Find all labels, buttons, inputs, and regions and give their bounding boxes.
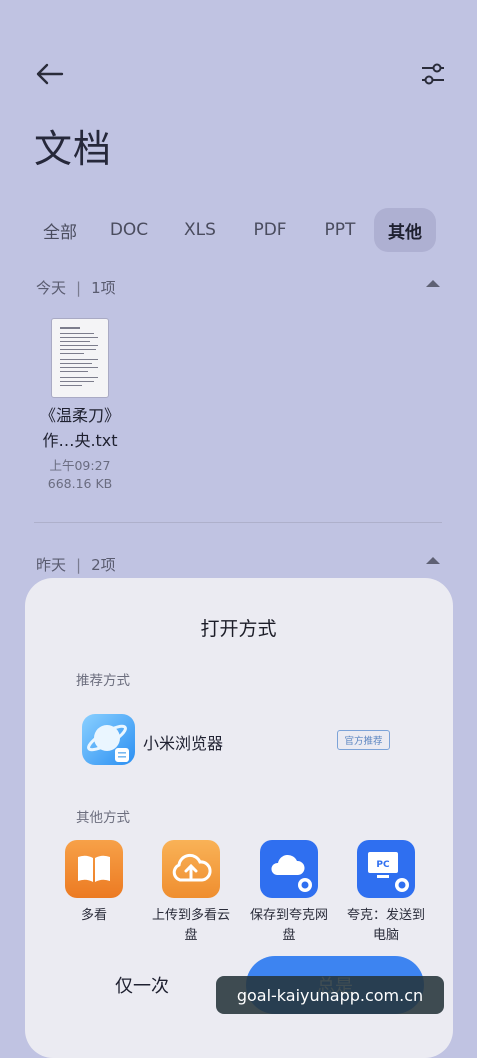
section-header-yesterday: 昨天 | 2项: [36, 554, 116, 575]
section-separator: |: [76, 556, 82, 574]
app-label-upload-duokan-cloud[interactable]: 上传到多看云 盘: [143, 906, 239, 946]
watermark-banner: goal-kaiyunapp.com.cn: [216, 976, 444, 1014]
page-title: 文档: [34, 127, 113, 171]
tab-doc[interactable]: DOC: [92, 208, 166, 252]
book-icon[interactable]: [65, 840, 123, 898]
section-count: 2项: [91, 556, 116, 574]
section-day: 昨天: [36, 556, 67, 574]
sheet-title: 打开方式: [200, 618, 277, 640]
app-label-line1: 夸克：发送到: [346, 908, 425, 923]
filter-settings-icon[interactable]: [420, 60, 446, 88]
file-name-line2[interactable]: 作…央.txt: [30, 428, 130, 453]
collapse-up-icon[interactable]: [426, 557, 440, 564]
tab-all[interactable]: 全部: [28, 208, 92, 252]
file-name-line1[interactable]: 《温柔刀》: [30, 403, 130, 428]
app-label-save-quark-drive[interactable]: 保存到夸克网 盘: [241, 906, 337, 946]
app-label-line1: 多看: [80, 908, 107, 923]
cloud-drive-icon[interactable]: [260, 840, 318, 898]
app-label-line1: 上传到多看云: [151, 908, 230, 923]
section-day: 今天: [36, 279, 67, 297]
app-label-quark-send-pc[interactable]: 夸克：发送到 电脑: [338, 906, 434, 946]
app-label-line2: 电脑: [372, 928, 399, 943]
app-label-line1: 保存到夸克网: [249, 908, 328, 923]
just-once-button[interactable]: 仅一次: [70, 960, 214, 1010]
svg-text:PC: PC: [376, 860, 390, 870]
browser-planet-icon[interactable]: [82, 714, 135, 765]
tab-xls[interactable]: XLS: [166, 208, 234, 252]
file-thumbnail[interactable]: [51, 318, 109, 398]
app-label-duokan[interactable]: 多看: [46, 906, 142, 926]
file-size: 668.16 KB: [47, 476, 113, 491]
section-separator: |: [76, 279, 82, 297]
recommended-label: 推荐方式: [76, 673, 130, 689]
tab-ppt[interactable]: PPT: [306, 208, 374, 252]
app-label-line2: 盘: [282, 928, 296, 943]
other-methods-label: 其他方式: [76, 810, 130, 826]
section-divider: [34, 522, 442, 523]
collapse-up-icon[interactable]: [426, 280, 440, 287]
tab-other[interactable]: 其他: [374, 208, 436, 252]
section-count: 1项: [91, 279, 116, 297]
official-recommend-badge: 官方推荐: [337, 730, 390, 750]
tab-pdf[interactable]: PDF: [234, 208, 306, 252]
cloud-upload-icon[interactable]: [162, 840, 220, 898]
browser-app-name[interactable]: 小米浏览器: [143, 730, 223, 754]
file-time: 上午09:27: [49, 458, 111, 473]
section-header-today: 今天 | 1项: [36, 277, 116, 298]
pc-send-icon[interactable]: PC: [357, 840, 415, 898]
app-label-line2: 盘: [184, 928, 198, 943]
file-type-tabs: 全部 DOC XLS PDF PPT 其他: [28, 206, 436, 254]
back-arrow-icon[interactable]: [34, 60, 64, 88]
